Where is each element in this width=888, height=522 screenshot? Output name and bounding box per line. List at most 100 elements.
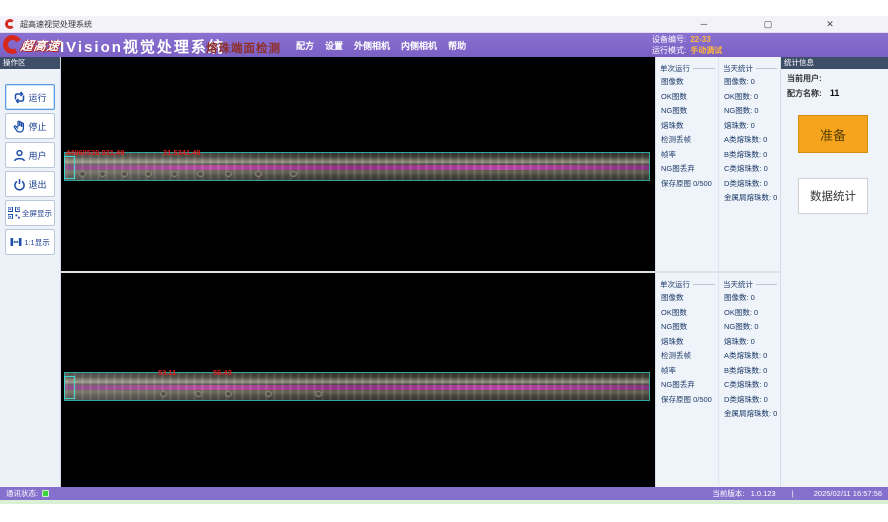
stop-label: 停止	[28, 120, 46, 133]
mode-label: 运行模式:	[652, 46, 686, 55]
stat-row: C类熔珠数: 0	[719, 378, 780, 393]
stat-row: 图像数	[656, 291, 718, 306]
fullscreen-button[interactable]: 全屏显示	[5, 200, 55, 226]
stat-row: NG图数: 0	[719, 104, 780, 119]
stop-hand-icon	[13, 120, 26, 133]
daily-title: 当天统计	[719, 60, 780, 75]
stat-row: D类熔珠数: 0	[719, 177, 780, 192]
stat-row: 熔珠数: 0	[719, 119, 780, 134]
stat-row: 保存原图 0/500	[656, 393, 718, 408]
brand-name: 超高速	[20, 37, 62, 54]
menu-item[interactable]: 内侧相机	[401, 39, 437, 52]
run-label: 运行	[28, 91, 46, 104]
comm-status: 通讯状态:	[6, 488, 49, 499]
data-statistics-button[interactable]: 数据统计	[798, 178, 868, 214]
stat-row: A类熔珠数: 0	[719, 133, 780, 148]
outer-camera-viewport: 44960539.931.49 31.5341.49	[61, 57, 655, 271]
one-to-one-label: 1:1显示	[24, 237, 49, 248]
window-bottom-edge	[0, 500, 888, 504]
stat-row: 熔珠数	[656, 119, 718, 134]
measurement-annotation: 56.43	[213, 368, 232, 377]
app-header: 超高速 IVision视觉处理系统 熔珠端面检测 配方设置外侧相机内侧相机帮助 …	[0, 33, 888, 57]
stat-row: NG图数	[656, 104, 718, 119]
detection-box	[64, 376, 75, 399]
comm-status-led-icon	[42, 490, 49, 497]
single-run-rows: 图像数OK图数NG图数熔珠数检测丢帧帧率NG图丢弃保存原图 0/500	[656, 291, 718, 407]
stat-row: 熔珠数: 0	[719, 335, 780, 350]
info-panel: 统计信息 当前用户: 配方名称: 11 准备 数据统计	[780, 57, 888, 487]
version-datetime: 当前版本: 1.0.123 | 2025/02/11 16:57:56	[708, 488, 882, 499]
info-panel-title: 统计信息	[781, 57, 888, 69]
app-logo-icon	[5, 19, 15, 29]
measurement-annotation: 44960539.931.49	[66, 148, 124, 157]
stat-row: C类熔珠数: 0	[719, 162, 780, 177]
sidebar-title: 操作区	[0, 57, 60, 69]
run-loop-icon	[13, 91, 26, 104]
single-run-rows: 图像数OK图数NG图数熔珠数检测丢帧帧率NG图丢弃保存原图 0/500	[656, 75, 718, 191]
daily-column: 当天统计 图像数: 0OK图数: 0NG图数: 0熔珠数: 0A类熔珠数: 0B…	[718, 57, 780, 271]
maximize-button[interactable]: ▢	[756, 16, 780, 33]
current-user-row: 当前用户:	[781, 69, 888, 84]
menu-item[interactable]: 外侧相机	[354, 39, 390, 52]
recipe-label: 配方名称:	[787, 89, 822, 98]
stat-row: 检测丢帧	[656, 133, 718, 148]
user-button[interactable]: 用户	[5, 142, 55, 168]
weld-strip-image	[64, 152, 650, 181]
stats-panel-top: 单次运行 图像数OK图数NG图数熔珠数检测丢帧帧率NG图丢弃保存原图 0/500…	[656, 57, 780, 271]
single-run-title: 单次运行	[656, 276, 718, 291]
measurement-annotation: 31.5341.49	[163, 148, 201, 157]
minimize-button[interactable]: ─	[692, 16, 716, 33]
one-to-one-button[interactable]: 1:1显示	[5, 229, 55, 255]
os-titlebar: 超高速视觉处理系统 ─ ▢ ✕	[0, 16, 888, 33]
stat-row: NG图数: 0	[719, 320, 780, 335]
current-user-label: 当前用户:	[787, 74, 822, 83]
stat-row: 熔珠数	[656, 335, 718, 350]
daily-rows: 图像数: 0OK图数: 0NG图数: 0熔珠数: 0A类熔珠数: 0B类熔珠数:…	[719, 75, 780, 206]
measurement-annotation: 53.11	[158, 368, 176, 377]
stat-row: B类熔珠数: 0	[719, 148, 780, 163]
separator: |	[792, 489, 794, 498]
recipe-row: 配方名称: 11	[781, 84, 888, 99]
version-value: 1.0.123	[751, 489, 776, 498]
device-value: 22-33	[690, 35, 710, 44]
app-window: 超高速视觉处理系统 ─ ▢ ✕ 超高速 IVision视觉处理系统 熔珠端面检测…	[0, 0, 888, 522]
exit-button[interactable]: 退出	[5, 171, 55, 197]
stat-row: NG图数	[656, 320, 718, 335]
stat-row: 检测丢帧	[656, 349, 718, 364]
stat-row: OK图数: 0	[719, 90, 780, 105]
status-bar: 通讯状态: 当前版本: 1.0.123 | 2025/02/11 16:57:5…	[0, 487, 888, 500]
stat-row: A类熔珠数: 0	[719, 349, 780, 364]
stat-row: OK图数	[656, 90, 718, 105]
inner-camera-viewport: 53.11 56.43	[61, 273, 655, 487]
comm-status-label: 通讯状态:	[6, 488, 38, 499]
stat-row: 金属屑熔珠数: 0	[719, 191, 780, 206]
user-icon	[13, 149, 26, 162]
stats-panel-bottom: 单次运行 图像数OK图数NG图数熔珠数检测丢帧帧率NG图丢弃保存原图 0/500…	[656, 271, 780, 485]
recipe-value: 11	[830, 88, 840, 98]
mode-value: 手动调试	[690, 46, 722, 55]
power-icon	[13, 178, 26, 191]
stop-button[interactable]: 停止	[5, 113, 55, 139]
stat-row: 图像数: 0	[719, 291, 780, 306]
daily-column: 当天统计 图像数: 0OK图数: 0NG图数: 0熔珠数: 0A类熔珠数: 0B…	[718, 273, 780, 485]
statistics-columns: 单次运行 图像数OK图数NG图数熔珠数检测丢帧帧率NG图丢弃保存原图 0/500…	[655, 57, 780, 487]
one-to-one-icon	[10, 236, 22, 248]
user-label: 用户	[28, 149, 46, 162]
daily-title: 当天统计	[719, 276, 780, 291]
version-label: 当前版本:	[712, 489, 744, 498]
stat-row: 图像数	[656, 75, 718, 90]
close-button[interactable]: ✕	[818, 16, 842, 33]
single-run-title: 单次运行	[656, 60, 718, 75]
menu-item[interactable]: 设置	[325, 39, 343, 52]
single-run-column: 单次运行 图像数OK图数NG图数熔珠数检测丢帧帧率NG图丢弃保存原图 0/500	[656, 273, 718, 485]
run-button[interactable]: 运行	[5, 84, 55, 110]
stat-row: 金属屑熔珠数: 0	[719, 407, 780, 422]
stat-row: NG图丢弃	[656, 378, 718, 393]
stat-row: B类熔珠数: 0	[719, 364, 780, 379]
prepare-button[interactable]: 准备	[798, 115, 868, 153]
window-title: 超高速视觉处理系统	[20, 16, 92, 33]
menu-item[interactable]: 配方	[296, 39, 314, 52]
menu-item[interactable]: 帮助	[448, 39, 466, 52]
daily-rows: 图像数: 0OK图数: 0NG图数: 0熔珠数: 0A类熔珠数: 0B类熔珠数:…	[719, 291, 780, 422]
datetime: 2025/02/11 16:57:56	[814, 489, 882, 498]
